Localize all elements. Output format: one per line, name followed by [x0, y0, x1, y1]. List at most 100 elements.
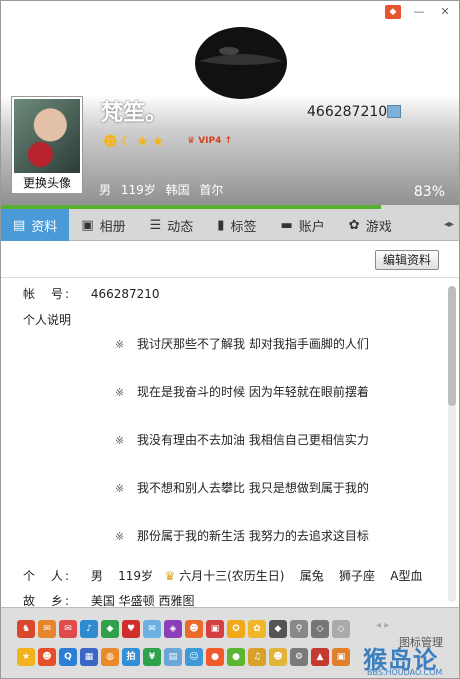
lips-cover-image [195, 27, 287, 99]
hometown-row: 故 乡: 美国 华盛顿 西雅图 [23, 592, 194, 607]
star-service-icon[interactable]: ★ [17, 648, 35, 666]
signature-bullet: ※ [115, 530, 125, 543]
change-avatar-button[interactable]: 更换头像 [12, 174, 82, 191]
signature-line: ※ 那份属于我的新生活 我努力的去追求这目标 [115, 527, 369, 544]
profile-content: 编辑资料 帐 号: 466287210 个人说明 ※ 我讨厌那些不了解我 却对我指… [1, 242, 459, 607]
personal-label: 个 人: [23, 569, 72, 583]
music-service-icon[interactable]: ♫ [248, 648, 266, 666]
hometown-label: 故 乡: [23, 594, 72, 607]
red-service-icon[interactable]: ● [206, 648, 224, 666]
chat-service-icon[interactable]: ☺ [185, 648, 203, 666]
photo-service-icon[interactable]: ☻ [185, 620, 203, 638]
bookmark-tag-icon: ▮ [217, 217, 225, 233]
personal-gender: 男 [90, 569, 103, 583]
settings-service-icon[interactable]: ⚙ [290, 648, 308, 666]
tab-label: 标签 [230, 219, 257, 235]
tab-label: 账户 [298, 219, 325, 235]
signature-text: 我不想和别人去攀比 我只是想做到属于我的 [137, 481, 369, 495]
personal-row: 个 人: 男 119岁 ♛ 六月十三(农历生日) 属兔 狮子座 A型血 [23, 567, 422, 584]
signature-text: 现在是我奋斗的时候 因为年轻就在眼前摆着 [137, 385, 369, 399]
signature-text: 那份属于我的新生活 我努力的去追求这目标 [137, 529, 369, 543]
mobile-service-icon[interactable]: ▦ [80, 648, 98, 666]
star-icon: ★ [136, 134, 149, 150]
basic-info: 男 119岁 韩国 首尔 [99, 181, 223, 198]
tab-profile[interactable]: ▤ 资料 [1, 209, 70, 241]
space-service-icon[interactable]: ✉ [143, 620, 161, 638]
gem-service-icon[interactable]: ◇ [332, 620, 350, 638]
game-service-icon[interactable]: ♞ [17, 620, 35, 638]
nickname: 梵笙。 [101, 101, 168, 126]
show-service-icon[interactable]: ◈ [164, 620, 182, 638]
qzone-service-icon[interactable]: ☻ [38, 648, 56, 666]
avatar-card[interactable]: 更换头像 [11, 96, 83, 194]
link-service-icon[interactable]: ⚲ [290, 620, 308, 638]
service-icon-row: ★ ☻ Q ▦ ◍ 拍 ¥ ▤ ☺ ● ● ♫ ☻ ⚙ ▲ ▣ [17, 648, 350, 666]
vip-label: VIP4 [198, 136, 222, 146]
profile-window: ◆ — ✕ 更换头像 梵笙。 466287210 ☻ ☾ ★ ★ ♛ VIP4 … [0, 0, 460, 679]
video-service-icon[interactable]: ▣ [206, 620, 224, 638]
signature-text: 我讨厌那些不了解我 却对我指手画脚的人们 [137, 337, 369, 351]
heart-service-icon[interactable]: ♥ [122, 620, 140, 638]
signature-bullet: ※ [115, 386, 125, 399]
crown-icon: ♛ [164, 569, 176, 583]
skin-icon[interactable]: ◆ [385, 5, 401, 19]
signature-bullet: ※ [115, 482, 125, 495]
tab-label: 资料 [31, 219, 58, 235]
edit-profile-button[interactable]: 编辑资料 [375, 250, 439, 270]
tab-games[interactable]: ✿ 游戏 [337, 209, 404, 241]
icon-page-arrows[interactable]: ◂ ▸ [376, 620, 389, 631]
shop-service-icon[interactable]: ◍ [101, 648, 119, 666]
minimize-icon[interactable]: — [411, 5, 427, 19]
feed-list-icon: ☰ [149, 217, 162, 233]
signature-text: 我没有理由不去加油 我相信自己更相信实力 [137, 433, 369, 447]
signature-bullet: ※ [115, 338, 125, 351]
personal-age: 119岁 [118, 569, 154, 583]
age: 119岁 [120, 183, 156, 197]
personal-birthday: 六月十三(农历生日) [179, 569, 285, 583]
personal-blood: A型血 [390, 569, 423, 583]
scroll-thumb[interactable] [448, 286, 456, 406]
personal-zodiac: 属兔 [299, 569, 324, 583]
account-label: 帐 号: [23, 287, 72, 301]
book-service-icon[interactable]: ▤ [164, 648, 182, 666]
tab-label: 相册 [99, 219, 126, 235]
pet-service-icon[interactable]: ☻ [269, 648, 287, 666]
pet-service-icon[interactable]: ✉ [38, 620, 56, 638]
window-controls: ◆ — ✕ [385, 5, 453, 19]
music-service-icon[interactable]: ♪ [80, 620, 98, 638]
green-service-icon[interactable]: ● [227, 648, 245, 666]
watermark-url: BBS.HOUDAO.COM [367, 668, 443, 677]
tab-album[interactable]: ▣ 相册 [69, 209, 137, 241]
account-value: 466287210 [90, 287, 160, 301]
game-icon: ✿ [348, 217, 360, 233]
qq-service-icon[interactable]: Q [59, 648, 77, 666]
level-badges[interactable]: ☻ ☾ ★ ★ [103, 134, 164, 150]
tab-scroll-arrows[interactable]: ◂▸ [439, 209, 459, 240]
avatar[interactable] [14, 99, 80, 173]
tab-account[interactable]: ▬ 账户 [268, 209, 336, 241]
close-icon[interactable]: ✕ [437, 5, 453, 19]
tab-tags[interactable]: ▮ 标签 [205, 209, 268, 241]
signature-line: ※ 我没有理由不去加油 我相信自己更相信实力 [115, 431, 369, 448]
flower-service-icon[interactable]: ✿ [248, 620, 266, 638]
gem-service-icon[interactable]: ◇ [311, 620, 329, 638]
vip-badge[interactable]: ♛ VIP4 ↑ [187, 136, 232, 146]
scrollbar[interactable] [448, 286, 456, 602]
bio-label: 个人说明 [23, 313, 72, 327]
sun-icon: ☻ [103, 134, 118, 150]
moon-icon: ☾ [120, 134, 134, 150]
paipai-service-icon[interactable]: 拍 [122, 648, 140, 666]
tenpay-service-icon[interactable]: ¥ [143, 648, 161, 666]
hometown-value: 美国 华盛顿 西雅图 [90, 594, 195, 607]
diamond-service-icon[interactable]: ◆ [269, 620, 287, 638]
game-service-icon[interactable]: ▲ [311, 648, 329, 666]
signature-line: ※ 现在是我奋斗的时候 因为年轻就在眼前摆着 [115, 383, 369, 400]
tab-feed[interactable]: ☰ 动态 [138, 209, 206, 241]
wallet-service-icon[interactable]: ◆ [101, 620, 119, 638]
farm-service-icon[interactable]: ✪ [227, 620, 245, 638]
tv-service-icon[interactable]: ▣ [332, 648, 350, 666]
mail-service-icon[interactable]: ✉ [59, 620, 77, 638]
qq-card-icon[interactable] [387, 105, 401, 118]
tab-label: 游戏 [365, 219, 392, 235]
signature-line: ※ 我不想和别人去攀比 我只是想做到属于我的 [115, 479, 369, 496]
